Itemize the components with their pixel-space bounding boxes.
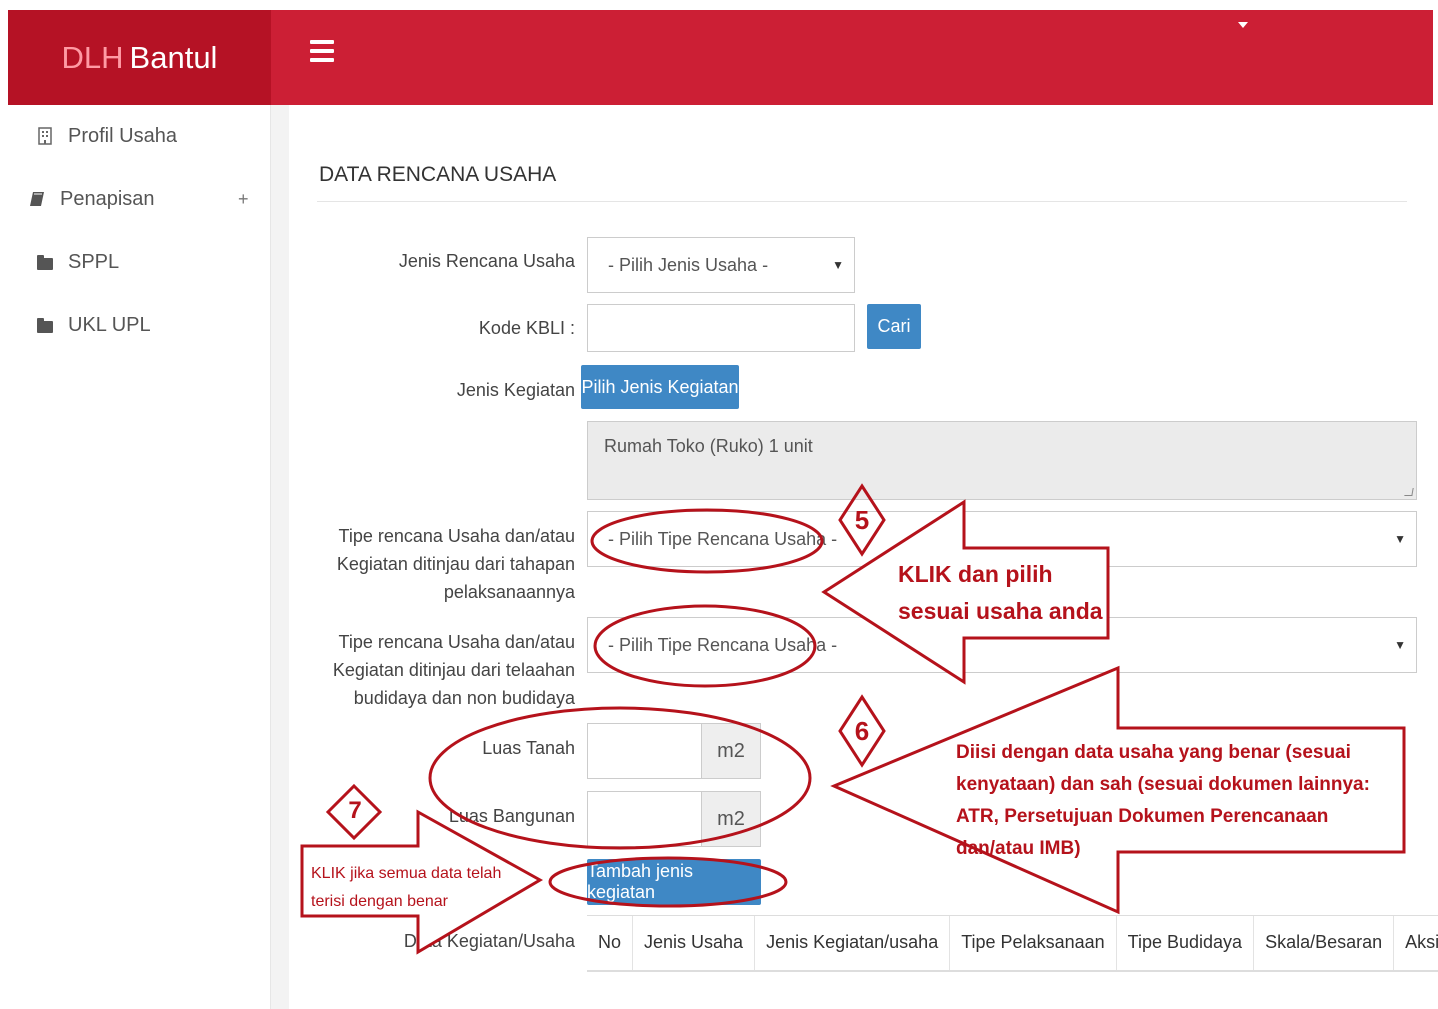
table-header: Jenis Usaha <box>632 915 755 972</box>
data-kegiatan-label: Data Kegiatan/Usaha <box>403 931 575 951</box>
brand-part2: Bantul <box>129 39 218 75</box>
sidebar: Profil Usaha Penapisan + SPPL UKL UPL <box>8 105 271 1009</box>
top-navbar: DLH Bantul <box>8 10 1433 105</box>
luas-tanah-unit: m2 <box>701 723 761 779</box>
table-header: No <box>587 915 633 972</box>
kode-kbli-input[interactable] <box>587 304 855 352</box>
building-icon <box>36 127 54 145</box>
table-header: Tipe Pelaksanaan <box>949 915 1117 972</box>
step6-instruction: Diisi dengan data usaha yang benar (sesu… <box>956 742 1370 859</box>
table-header-row: No Jenis Usaha Jenis Kegiatan/usaha Tipe… <box>587 915 1438 972</box>
luas-bangunan-label: Luas Bangunan <box>448 806 575 826</box>
luas-bangunan-unit: m2 <box>701 791 761 847</box>
sidebar-item-label: Profil Usaha <box>68 124 177 147</box>
jenis-kegiatan-text: Rumah Toko (Ruko) 1 unit <box>604 436 813 456</box>
folder-icon <box>36 316 54 334</box>
dropdown-arrow-icon: ▼ <box>1394 638 1406 652</box>
step6-number: 6 <box>854 716 870 746</box>
table-header: Skala/Besaran <box>1253 915 1394 972</box>
dropdown-arrow-icon: ▼ <box>832 258 844 272</box>
sidebar-item-label: UKL UPL <box>68 313 151 336</box>
tipe-tahapan-label: Tipe rencana Usaha dan/atau Kegiatan dit… <box>336 526 575 602</box>
menu-toggle-icon[interactable] <box>310 40 334 64</box>
luas-tanah-label: Luas Tanah <box>482 738 575 758</box>
jenis-usaha-select[interactable]: - Pilih Jenis Usaha - ▼ <box>587 237 855 293</box>
table-header: Aksi <box>1393 915 1438 972</box>
sidebar-item-penapisan[interactable]: Penapisan <box>28 184 155 214</box>
user-dropdown-icon[interactable] <box>1238 22 1248 28</box>
step7-number: 7 <box>348 797 362 824</box>
brand-logo[interactable]: DLH Bantul <box>8 10 271 105</box>
sidebar-item-label: Penapisan <box>60 187 155 210</box>
sidebar-item-label: SPPL <box>68 250 120 273</box>
dropdown-arrow-icon: ▼ <box>1394 532 1406 546</box>
table-header: Tipe Budidaya <box>1115 915 1254 972</box>
step7-instruction: KLIK jika semua data telah terisi dengan… <box>311 865 502 910</box>
sidebar-item-profil-usaha[interactable]: Profil Usaha <box>36 121 177 151</box>
jenis-rencana-label: Jenis Rencana Usaha <box>398 251 575 271</box>
step5-number: 5 <box>854 505 870 535</box>
folder-icon <box>36 253 54 271</box>
brand-part1: DLH <box>61 39 124 75</box>
kode-kbli-label: Kode KBLI : <box>478 318 575 338</box>
jenis-usaha-select-value: - Pilih Jenis Usaha - <box>608 254 769 275</box>
book-icon <box>28 190 46 208</box>
table-header: Jenis Kegiatan/usaha <box>754 915 950 972</box>
expand-plus-icon[interactable]: + <box>238 189 249 210</box>
resize-handle-icon[interactable] <box>1404 488 1414 496</box>
page-title: DATA RENCANA USAHA <box>319 163 557 186</box>
jenis-kegiatan-textarea[interactable]: Rumah Toko (Ruko) 1 unit <box>587 421 1417 500</box>
pilih-jenis-kegiatan-button[interactable]: Pilih Jenis Kegiatan <box>581 365 739 409</box>
tambah-jenis-kegiatan-button[interactable]: Tambah jenis kegiatan <box>587 859 761 905</box>
sidebar-item-sppl[interactable]: SPPL <box>36 247 119 277</box>
step5-instruction: KLIK dan pilih sesuai usaha anda <box>898 561 1103 624</box>
jenis-kegiatan-label: Jenis Kegiatan <box>456 380 575 400</box>
tipe-tahapan-select-value: - Pilih Tipe Rencana Usaha - <box>608 528 838 549</box>
tipe-telaahan-select-value: - Pilih Tipe Rencana Usaha - <box>608 634 838 655</box>
luas-tanah-input[interactable] <box>587 723 702 779</box>
content-gutter <box>271 105 289 1009</box>
kegiatan-table: No Jenis Usaha Jenis Kegiatan/usaha Tipe… <box>587 915 1438 972</box>
tipe-telaahan-label: Tipe rencana Usaha dan/atau Kegiatan dit… <box>332 632 575 708</box>
cari-button[interactable]: Cari <box>867 304 921 349</box>
luas-bangunan-input[interactable] <box>587 791 702 847</box>
title-divider <box>317 201 1407 202</box>
sidebar-item-ukl-upl[interactable]: UKL UPL <box>36 310 151 340</box>
